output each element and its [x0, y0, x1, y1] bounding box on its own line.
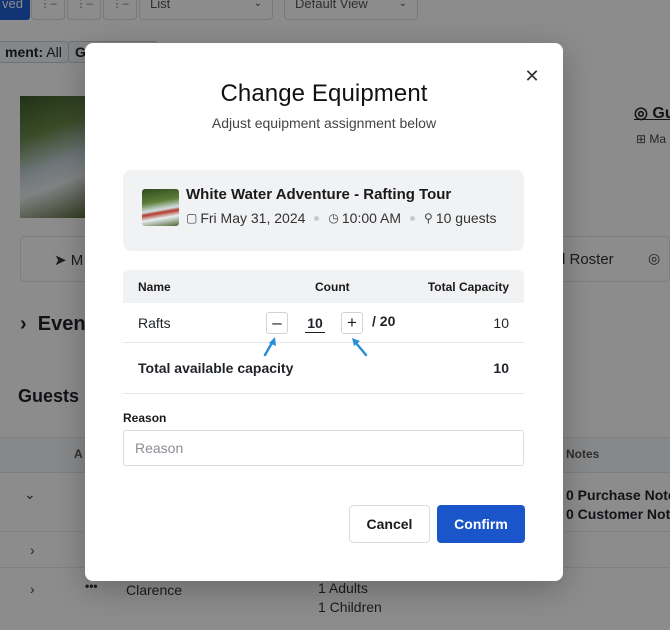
total-value: 10 [493, 360, 509, 376]
separator-dot [314, 215, 320, 221]
modal-title: Change Equipment [220, 80, 428, 107]
event-name: White Water Adventure - Rafting Tour [186, 186, 452, 203]
count-max: / 20 [372, 313, 396, 329]
event-thumbnail [142, 189, 179, 226]
clock-icon: ◷ [328, 211, 339, 225]
event-time: 10:00 AM [341, 210, 402, 226]
decrement-button[interactable]: – [266, 312, 288, 334]
equipment-name: Rafts [138, 315, 171, 331]
event-meta: ▢ Fri May 31, 2024 ◷ 10:00 AM ⚲ 10 guest… [186, 210, 497, 226]
increment-button[interactable]: + [341, 312, 363, 334]
event-date: Fri May 31, 2024 [200, 210, 306, 226]
annotation-arrow-icon [352, 338, 368, 357]
col-header-capacity: Total Capacity [427, 280, 509, 294]
equipment-capacity: 10 [493, 315, 509, 331]
col-header-name: Name [138, 280, 171, 294]
change-equipment-modal: ✕ Change Equipment Adjust equipment assi… [85, 43, 563, 581]
cancel-button[interactable]: Cancel [349, 505, 430, 543]
reason-label: Reason [123, 411, 167, 425]
modal-subtitle: Adjust equipment assignment below [211, 115, 437, 131]
user-icon: ⚲ [424, 211, 433, 225]
event-guests: 10 guests [435, 210, 497, 226]
reason-input[interactable] [123, 430, 524, 466]
total-label: Total available capacity [138, 360, 294, 376]
annotation-arrow-icon [263, 337, 276, 357]
calendar-icon: ▢ [186, 211, 198, 225]
event-summary-card: White Water Adventure - Rafting Tour ▢ F… [123, 170, 524, 251]
confirm-button[interactable]: Confirm [437, 505, 525, 543]
separator-dot [410, 215, 416, 221]
equipment-table-header: Name Count Total Capacity [123, 270, 524, 303]
count-value[interactable]: 10 [305, 315, 325, 333]
equipment-row: Rafts – 10 + / 20 10 [123, 303, 524, 343]
col-header-count: Count [315, 280, 350, 294]
capacity-total-row: Total available capacity 10 [123, 343, 524, 394]
